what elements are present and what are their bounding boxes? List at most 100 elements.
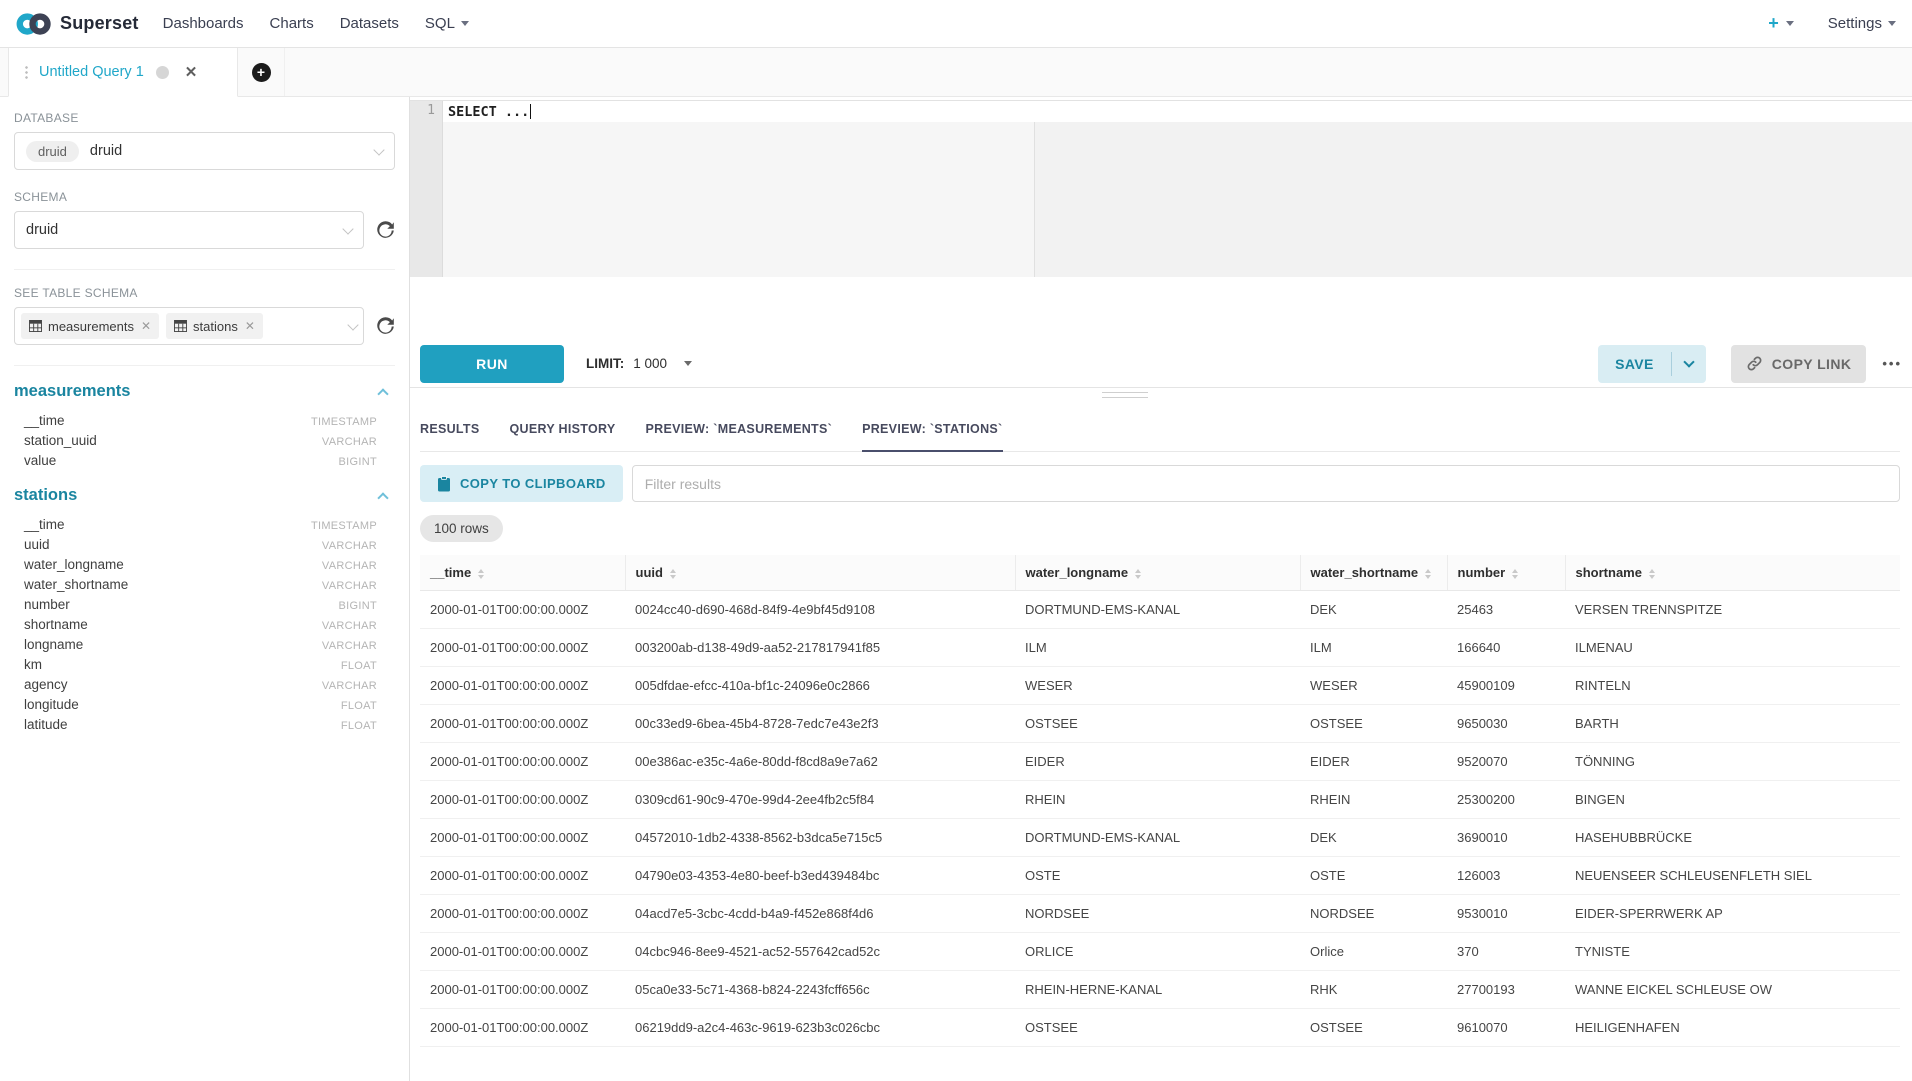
table-cell: 04790e03-4353-4e80-beef-b3ed439484bc <box>625 857 1015 895</box>
chip-label: stations <box>193 319 238 334</box>
sort-icon[interactable] <box>1512 569 1518 579</box>
schema-column-row: __timeTIMESTAMP <box>14 410 395 430</box>
table-row: 2000-01-01T00:00:00.000Z04acd7e5-3cbc-4c… <box>420 895 1900 933</box>
table-cell: OSTSEE <box>1015 1009 1300 1047</box>
table-cell: 3690010 <box>1447 819 1565 857</box>
table-cell: OSTSEE <box>1300 1009 1447 1047</box>
database-value: druid <box>90 143 122 159</box>
chevron-up-icon[interactable] <box>377 388 388 399</box>
more-menu-icon[interactable]: ••• <box>1882 356 1902 371</box>
column-header[interactable]: water_shortname <box>1300 555 1447 591</box>
close-icon[interactable]: ✕ <box>245 319 255 333</box>
sqllab-sidebar: DATABASE druid druid SCHEMA druid SEE TA… <box>0 97 410 1081</box>
refresh-schema-icon[interactable] <box>376 221 395 240</box>
chevron-down-icon <box>373 144 384 155</box>
column-type: BIGINT <box>339 456 377 468</box>
filter-results-input[interactable] <box>632 465 1900 502</box>
limit-label: LIMIT: <box>586 356 624 371</box>
copy-to-clipboard-button[interactable]: COPY TO CLIPBOARD <box>420 465 623 502</box>
schema-table-name: measurements <box>14 382 379 401</box>
database-select[interactable]: druid druid <box>14 132 395 170</box>
close-icon[interactable]: ✕ <box>141 319 151 333</box>
schema-table-header[interactable]: measurements <box>14 382 391 401</box>
tab-results[interactable]: RESULTS <box>420 408 480 452</box>
schema-select[interactable]: druid <box>14 211 364 249</box>
table-cell: 00e386ac-e35c-4a6e-80dd-f8cd8a9e7a62 <box>625 743 1015 781</box>
query-tab-title: Untitled Query 1 <box>39 64 144 80</box>
tab-preview-stations[interactable]: PREVIEW: `STATIONS` <box>862 408 1002 452</box>
table-cell: WESER <box>1015 667 1300 705</box>
run-button[interactable]: RUN <box>420 345 564 383</box>
save-dropdown-button[interactable] <box>1672 345 1706 383</box>
nav-dashboards[interactable]: Dashboards <box>163 15 244 32</box>
limit-dropdown[interactable]: LIMIT: 1 000 <box>586 356 692 371</box>
drag-handle-icon[interactable] <box>25 65 28 80</box>
splitter-handle-icon[interactable] <box>1102 392 1148 402</box>
tab-query-history[interactable]: QUERY HISTORY <box>510 408 616 452</box>
new-menu-button[interactable]: + <box>1768 13 1794 34</box>
sort-icon[interactable] <box>670 569 676 579</box>
column-type: VARCHAR <box>322 540 377 552</box>
table-cell: 2000-01-01T00:00:00.000Z <box>420 591 625 629</box>
close-icon[interactable]: ✕ <box>185 63 198 81</box>
column-header[interactable]: uuid <box>625 555 1015 591</box>
save-button[interactable]: SAVE <box>1598 345 1671 383</box>
nav-sql[interactable]: SQL <box>425 15 469 32</box>
schema-table-header[interactable]: stations <box>14 486 391 505</box>
query-tab-active[interactable]: Untitled Query 1 ✕ <box>8 48 238 97</box>
table-cell: DEK <box>1300 591 1447 629</box>
navbar: Superset Dashboards Charts Datasets SQL … <box>0 0 1912 48</box>
table-cell: 04acd7e5-3cbc-4cdd-b4a9-f452e868f4d6 <box>625 895 1015 933</box>
table-row: 2000-01-01T00:00:00.000Z00e386ac-e35c-4a… <box>420 743 1900 781</box>
schema-value: druid <box>26 222 58 238</box>
main-nav: Dashboards Charts Datasets SQL <box>163 15 495 32</box>
nav-datasets[interactable]: Datasets <box>340 15 399 32</box>
tab-preview-measurements[interactable]: PREVIEW: `MEASUREMENTS` <box>646 408 833 452</box>
sort-icon[interactable] <box>1649 569 1655 579</box>
link-icon <box>1746 355 1763 372</box>
results-pane: RESULTS QUERY HISTORY PREVIEW: `MEASUREM… <box>410 402 1912 1081</box>
refresh-tables-icon[interactable] <box>376 317 395 336</box>
table-cell: 005dfdae-efcc-410a-bf1c-24096e0c2866 <box>625 667 1015 705</box>
table-cell: ILM <box>1015 629 1300 667</box>
table-cell: VERSEN TRENNSPITZE <box>1565 591 1900 629</box>
column-header[interactable]: number <box>1447 555 1565 591</box>
table-schema-select[interactable]: measurements ✕ stations ✕ <box>14 307 364 345</box>
column-type: VARCHAR <box>322 680 377 692</box>
column-header[interactable]: shortname <box>1565 555 1900 591</box>
schema-column-row: latitudeFLOAT <box>14 714 395 734</box>
column-type: VARCHAR <box>322 580 377 592</box>
column-header[interactable]: __time <box>420 555 625 591</box>
table-cell: ORLICE <box>1015 933 1300 971</box>
column-header-label: shortname <box>1576 565 1642 580</box>
table-cell: 2000-01-01T00:00:00.000Z <box>420 705 625 743</box>
sort-icon[interactable] <box>1135 569 1141 579</box>
sort-icon[interactable] <box>1425 569 1431 579</box>
table-cell: 04cbc946-8ee9-4521-ac52-557642cad52c <box>625 933 1015 971</box>
add-tab-icon[interactable]: + <box>252 63 271 82</box>
limit-value: 1 000 <box>633 356 667 371</box>
superset-logo-icon <box>16 12 52 36</box>
nav-charts[interactable]: Charts <box>270 15 314 32</box>
save-button-group: SAVE <box>1598 345 1706 383</box>
table-cell: OSTSEE <box>1300 705 1447 743</box>
table-cell: RHK <box>1300 971 1447 1009</box>
column-type: VARCHAR <box>322 560 377 572</box>
table-cell: 05ca0e33-5c71-4368-b824-2243fcff656c <box>625 971 1015 1009</box>
schema-column-row: shortnameVARCHAR <box>14 614 395 634</box>
superset-brand[interactable]: Superset <box>16 12 139 36</box>
column-type: BIGINT <box>339 600 377 612</box>
sql-editor[interactable]: 1 SELECT ... <box>410 100 1912 277</box>
table-cell: OSTE <box>1015 857 1300 895</box>
table-cell: 0024cc40-d690-468d-84f9-4e9bf45d9108 <box>625 591 1015 629</box>
sql-text: SELECT ... <box>448 104 529 120</box>
chevron-up-icon[interactable] <box>377 492 388 503</box>
sort-icon[interactable] <box>478 569 484 579</box>
editor-code-area[interactable]: SELECT ... <box>443 101 1912 277</box>
column-header[interactable]: water_longname <box>1015 555 1300 591</box>
table-row: 2000-01-01T00:00:00.000Z0024cc40-d690-46… <box>420 591 1900 629</box>
settings-menu[interactable]: Settings <box>1828 15 1896 32</box>
copy-link-button[interactable]: COPY LINK <box>1731 345 1867 383</box>
pane-splitter[interactable] <box>410 387 1912 402</box>
table-cell: 27700193 <box>1447 971 1565 1009</box>
